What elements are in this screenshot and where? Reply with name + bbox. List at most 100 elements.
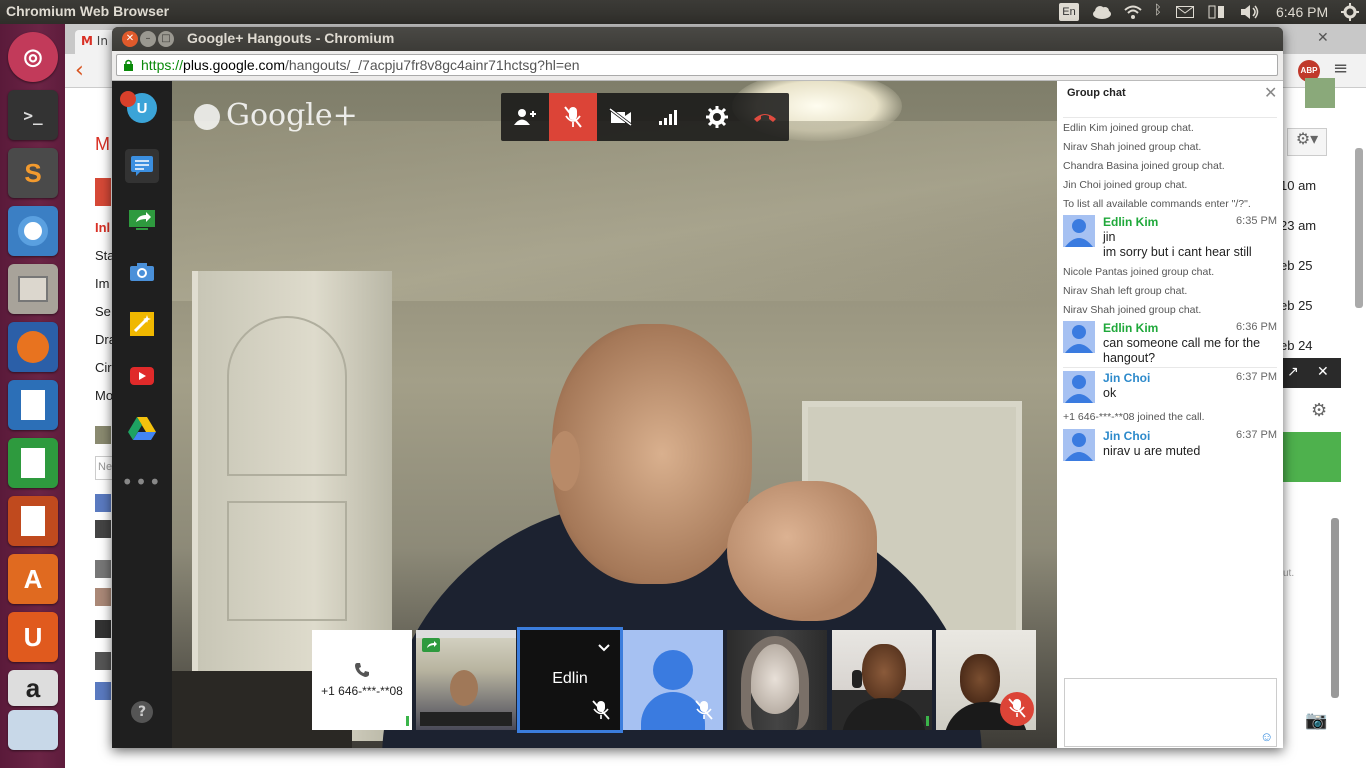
gmail-logo-fragment[interactable]: M xyxy=(95,134,110,155)
help-icon[interactable]: ? xyxy=(131,701,153,723)
sublime-text-icon[interactable]: S xyxy=(8,148,58,198)
nav-circles[interactable]: Cir xyxy=(95,360,112,375)
maximize-window-button[interactable]: □ xyxy=(158,31,174,47)
headset-icon xyxy=(852,670,862,688)
settings-button[interactable] xyxy=(693,93,741,141)
contact-avatar[interactable] xyxy=(95,426,111,444)
window-title: Google+ Hangouts - Chromium xyxy=(187,30,395,46)
bluetooth-icon[interactable]: ᛒ xyxy=(1154,3,1162,18)
emoji-icon[interactable]: ☺ xyxy=(1260,729,1273,744)
account-avatar[interactable] xyxy=(1305,78,1335,108)
nav-sent[interactable]: Se xyxy=(95,304,111,319)
mail-icon[interactable] xyxy=(1176,6,1194,18)
back-icon[interactable]: ‹ xyxy=(75,58,84,83)
popout-icon[interactable]: ↗ xyxy=(1287,364,1299,380)
youtube-icon[interactable] xyxy=(125,359,159,393)
firefox-icon[interactable] xyxy=(8,322,58,372)
hang-up-button[interactable] xyxy=(741,93,789,141)
terminal-icon[interactable]: >_ xyxy=(8,90,58,140)
url-path: /hangouts/_/7acpju7fr8v8gc4ainr71hctsg?h… xyxy=(284,57,580,73)
libreoffice-calc-icon[interactable] xyxy=(8,438,58,488)
participant-thumbnail-male-1[interactable] xyxy=(832,630,932,730)
more-apps-icon[interactable]: ••• xyxy=(121,465,160,499)
system-message: Nicole Pantas joined group chat. xyxy=(1063,266,1215,278)
bandwidth-button[interactable] xyxy=(645,93,693,141)
keyboard-layout-indicator[interactable]: En xyxy=(1059,3,1079,21)
participant-thumbnail-female[interactable] xyxy=(727,630,827,730)
participant-thumbnail-screenshare[interactable] xyxy=(416,630,516,730)
effects-wand-icon[interactable] xyxy=(125,307,159,341)
camera-toggle-button[interactable] xyxy=(597,93,645,141)
compose-button[interactable] xyxy=(95,178,111,206)
contact-avatar[interactable] xyxy=(95,652,111,670)
camera-icon[interactable]: 📷 xyxy=(1305,710,1327,731)
participant-thumbnail-phone[interactable]: +1 646-***-**08 xyxy=(312,630,412,730)
chevron-down-icon[interactable] xyxy=(598,644,610,652)
close-popout-icon[interactable]: ✕ xyxy=(1317,364,1329,380)
volume-icon[interactable] xyxy=(1240,5,1260,19)
participant-thumbnail-self[interactable]: Edlin xyxy=(517,627,623,733)
screenshare-icon[interactable] xyxy=(125,203,159,237)
contact-avatar[interactable] xyxy=(95,620,111,638)
software-center-icon[interactable]: A xyxy=(8,554,58,604)
contact-avatar[interactable] xyxy=(95,560,111,578)
system-message: Jin Choi joined group chat. xyxy=(1063,179,1188,191)
close-tab-icon[interactable]: ✕ xyxy=(1317,30,1329,46)
sender-name: Edlin Kim xyxy=(1103,215,1159,229)
battery-icon[interactable] xyxy=(1208,4,1226,20)
contact-avatar[interactable] xyxy=(95,682,111,700)
contact-avatar[interactable] xyxy=(95,494,111,512)
google-drive-icon[interactable] xyxy=(125,411,159,445)
libreoffice-writer-icon[interactable] xyxy=(8,380,58,430)
settings-gear-icon[interactable]: ⚙▾ xyxy=(1287,128,1327,156)
active-app-title: Chromium Web Browser xyxy=(6,3,170,19)
sender-avatar xyxy=(1063,429,1095,461)
mute-microphone-button[interactable] xyxy=(549,93,597,141)
chat-message: Edlin Kim 6:36 PM can someone call me fo… xyxy=(1063,321,1277,369)
contact-avatar[interactable] xyxy=(95,520,111,538)
person-ear xyxy=(550,431,580,491)
contact-avatar[interactable] xyxy=(95,588,111,606)
chat-message-input[interactable]: ☺ xyxy=(1064,678,1277,747)
system-message: To list all available commands enter "/?… xyxy=(1063,198,1251,210)
close-window-button[interactable]: ✕ xyxy=(122,31,138,47)
message-line: jin xyxy=(1103,230,1116,244)
screen-preview-face xyxy=(450,670,478,706)
nav-important[interactable]: Im xyxy=(95,276,109,291)
system-message: Chandra Basina joined group chat. xyxy=(1063,160,1225,172)
participant-thumbnail-avatar[interactable] xyxy=(623,630,723,730)
clock[interactable]: 6:46 PM xyxy=(1276,4,1328,20)
system-top-panel: Chromium Web Browser En ᛒ 6:46 PM xyxy=(0,0,1366,24)
email-date: 10 am xyxy=(1280,178,1317,193)
chromium-icon[interactable] xyxy=(8,206,58,256)
nav-more[interactable]: Mo xyxy=(95,388,113,403)
ubuntu-one-icon[interactable]: U xyxy=(8,612,58,662)
page-scrollbar[interactable] xyxy=(1355,148,1363,308)
hangouts-window: ✕ – □ Google+ Hangouts - Chromium https:… xyxy=(112,27,1283,748)
chat-message: Jin Choi 6:37 PM ok xyxy=(1063,371,1277,405)
wifi-icon[interactable] xyxy=(1123,4,1143,20)
minimize-window-button[interactable]: – xyxy=(140,31,156,47)
libreoffice-impress-icon[interactable] xyxy=(8,496,58,546)
divider xyxy=(1063,117,1277,118)
session-gear-icon[interactable] xyxy=(1341,3,1359,21)
participant-thumbnail-male-2[interactable] xyxy=(936,630,1036,730)
scrollbar[interactable] xyxy=(1331,518,1339,698)
settings-icon xyxy=(706,106,728,128)
ubuntu-dash-icon[interactable]: ◎ xyxy=(8,32,58,82)
close-chat-icon[interactable]: ✕ xyxy=(1264,83,1277,103)
cloud-icon[interactable] xyxy=(1092,5,1112,19)
nav-inbox[interactable]: Inl xyxy=(95,220,110,235)
files-icon[interactable] xyxy=(8,264,58,314)
amazon-icon[interactable]: a xyxy=(8,670,58,706)
popout-gear-icon[interactable]: ⚙ xyxy=(1311,400,1327,421)
menu-icon[interactable]: ≡ xyxy=(1333,58,1348,79)
invite-people-button[interactable] xyxy=(501,93,549,141)
side-note-text: ut. xyxy=(1283,568,1295,579)
group-chat-panel: Group chat ✕ Edlin Kim joined group chat… xyxy=(1057,81,1283,748)
capture-camera-icon[interactable] xyxy=(125,255,159,289)
chat-icon[interactable] xyxy=(125,149,159,183)
sender-name: Jin Choi xyxy=(1103,371,1151,385)
workspace-switcher-icon[interactable] xyxy=(8,710,58,750)
url-field[interactable]: https://plus.google.com/hangouts/_/7acpj… xyxy=(116,54,1278,76)
